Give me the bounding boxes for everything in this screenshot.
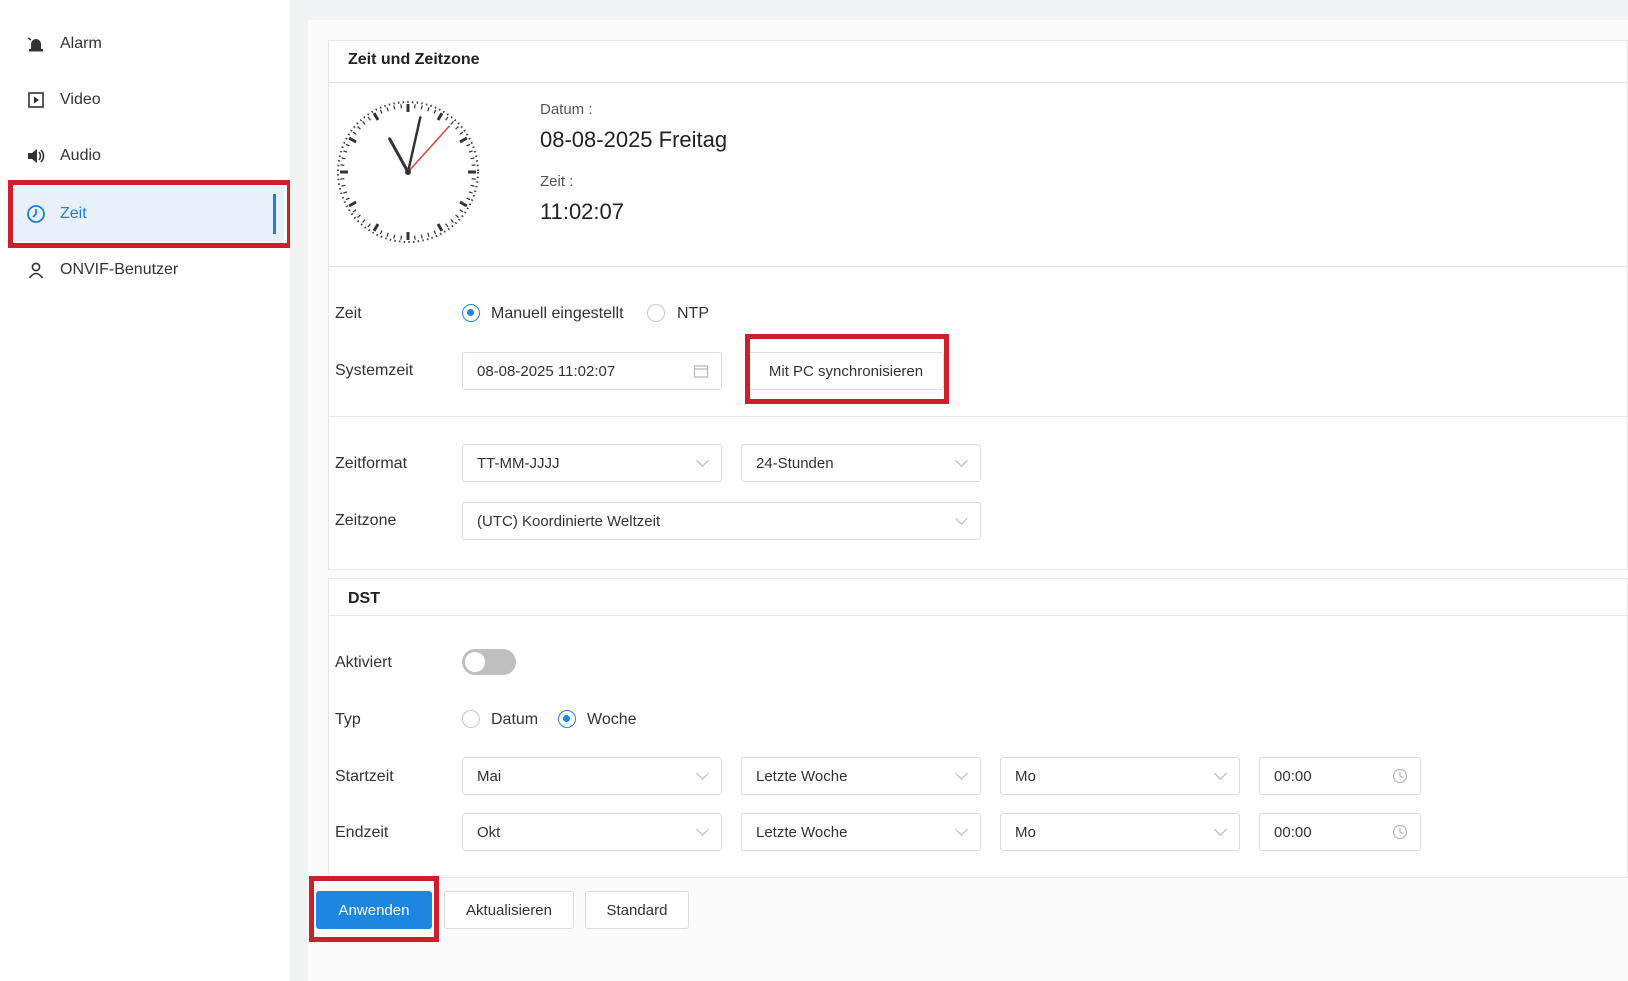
end-month-select[interactable]: Okt <box>462 813 722 851</box>
radio-typ-woche-label[interactable]: Woche <box>587 711 637 729</box>
apply-button[interactable]: Anwenden <box>316 891 432 929</box>
zeit-mode-label: Zeit <box>335 305 362 322</box>
radio-typ-datum-label[interactable]: Datum <box>491 711 538 729</box>
timezone-value: (UTC) Koordinierte Weltzeit <box>477 512 661 530</box>
end-week-select[interactable]: Letzte Woche <box>741 813 981 851</box>
endzeit-label: Endzeit <box>335 824 389 841</box>
toggle-knob <box>465 652 485 672</box>
sidebar-item-alarm[interactable]: Alarm <box>14 16 284 72</box>
start-week-value: Letzte Woche <box>756 767 848 785</box>
startzeit-label: Startzeit <box>335 768 394 785</box>
clock-tick <box>420 105 423 110</box>
clock-tick <box>470 184 475 187</box>
start-week-select[interactable]: Letzte Woche <box>741 757 981 795</box>
chevron-down-icon <box>955 454 968 467</box>
zeitzone-label: Zeitzone <box>335 512 397 529</box>
sidebar-item-zeit[interactable]: Zeit <box>14 186 284 242</box>
clock-tick <box>393 105 396 110</box>
systemzeit-label: Systemzeit <box>335 362 414 379</box>
aktiviert-label: Aktiviert <box>335 654 392 671</box>
clock-tick <box>470 157 475 160</box>
start-time-value: 00:00 <box>1274 767 1312 785</box>
chevron-down-icon <box>955 767 968 780</box>
time-icon <box>1392 824 1408 844</box>
alarm-icon <box>24 32 48 56</box>
top-strip <box>308 0 1628 20</box>
divider <box>328 82 1628 83</box>
clock-tick <box>341 184 346 187</box>
sidebar-item-label: ONVIF-Benutzer <box>60 261 179 278</box>
sidebar-item-label: Alarm <box>60 35 102 52</box>
time-label: Zeit : <box>540 173 574 190</box>
divider <box>328 615 1628 616</box>
end-week-value: Letzte Woche <box>756 823 848 841</box>
sidebar-item-audio[interactable]: Audio <box>14 128 284 184</box>
calendar-icon <box>693 363 709 383</box>
chevron-down-icon <box>955 823 968 836</box>
user-icon <box>24 258 48 282</box>
chevron-down-icon <box>955 512 968 525</box>
radio-typ-datum[interactable] <box>462 710 480 728</box>
systemzeit-value: 08-08-2025 11:02:07 <box>477 362 616 380</box>
start-month-value: Mai <box>477 767 502 785</box>
end-time-input[interactable]: 00:00 <box>1259 813 1421 851</box>
divider <box>328 266 1628 267</box>
start-month-select[interactable]: Mai <box>462 757 722 795</box>
timezone-select[interactable]: (UTC) Koordinierte Weltzeit <box>462 502 981 540</box>
date-label: Datum : <box>540 101 593 118</box>
chevron-down-icon <box>696 454 709 467</box>
radio-manual[interactable] <box>462 304 480 322</box>
hour-format-select[interactable]: 24-Stunden <box>741 444 981 482</box>
chevron-down-icon <box>1214 823 1227 836</box>
clock-icon <box>24 202 48 226</box>
typ-label: Typ <box>335 711 361 728</box>
radio-ntp[interactable] <box>647 304 665 322</box>
sidebar-item-label: Zeit <box>60 205 87 222</box>
radio-manual-label[interactable]: Manuell eingestellt <box>491 305 624 323</box>
end-day-value: Mo <box>1015 823 1036 841</box>
clock-tick <box>393 234 396 239</box>
default-button[interactable]: Standard <box>585 891 689 929</box>
end-day-select[interactable]: Mo <box>1000 813 1240 851</box>
radio-ntp-label[interactable]: NTP <box>677 305 709 323</box>
sidebar-item-onvif-benutzer[interactable]: ONVIF-Benutzer <box>14 242 284 298</box>
date-format-select[interactable]: TT-MM-JJJJ <box>462 444 722 482</box>
analog-clock <box>337 101 479 243</box>
time-value: 11:02:07 <box>540 199 625 224</box>
refresh-button[interactable]: Aktualisieren <box>444 891 574 929</box>
sidebar-item-label: Audio <box>60 147 101 164</box>
section-title-dst: DST <box>348 590 380 607</box>
radio-typ-woche[interactable] <box>558 710 576 728</box>
start-time-input[interactable]: 00:00 <box>1259 757 1421 795</box>
sync-with-pc-button[interactable]: Mit PC synchronisieren <box>748 352 944 390</box>
dst-enabled-toggle[interactable] <box>462 649 516 675</box>
sidebar-item-label: Video <box>60 91 101 108</box>
start-day-value: Mo <box>1015 767 1036 785</box>
clock-tick <box>341 157 346 160</box>
chevron-down-icon <box>696 823 709 836</box>
start-day-select[interactable]: Mo <box>1000 757 1240 795</box>
chevron-down-icon <box>696 767 709 780</box>
systemzeit-input[interactable]: 08-08-2025 11:02:07 <box>462 352 722 390</box>
sidebar-item-video[interactable]: Video <box>14 72 284 128</box>
time-icon <box>1392 768 1408 788</box>
zeitformat-label: Zeitformat <box>335 455 408 472</box>
clock-tick <box>420 234 423 239</box>
end-month-value: Okt <box>477 823 501 841</box>
gutter <box>290 0 308 981</box>
date-format-value: TT-MM-JJJJ <box>477 454 560 472</box>
section-title-time: Zeit und Zeitzone <box>348 51 480 68</box>
hour-format-value: 24-Stunden <box>756 454 834 472</box>
sidebar: Alarm Video Audio Zeit ONVIF-Benutzer <box>0 0 290 981</box>
speaker-icon <box>24 144 48 168</box>
divider <box>328 416 1628 417</box>
chevron-down-icon <box>1214 767 1227 780</box>
end-time-value: 00:00 <box>1274 823 1312 841</box>
date-value: 08-08-2025 Freitag <box>540 127 728 152</box>
video-icon <box>24 88 48 112</box>
